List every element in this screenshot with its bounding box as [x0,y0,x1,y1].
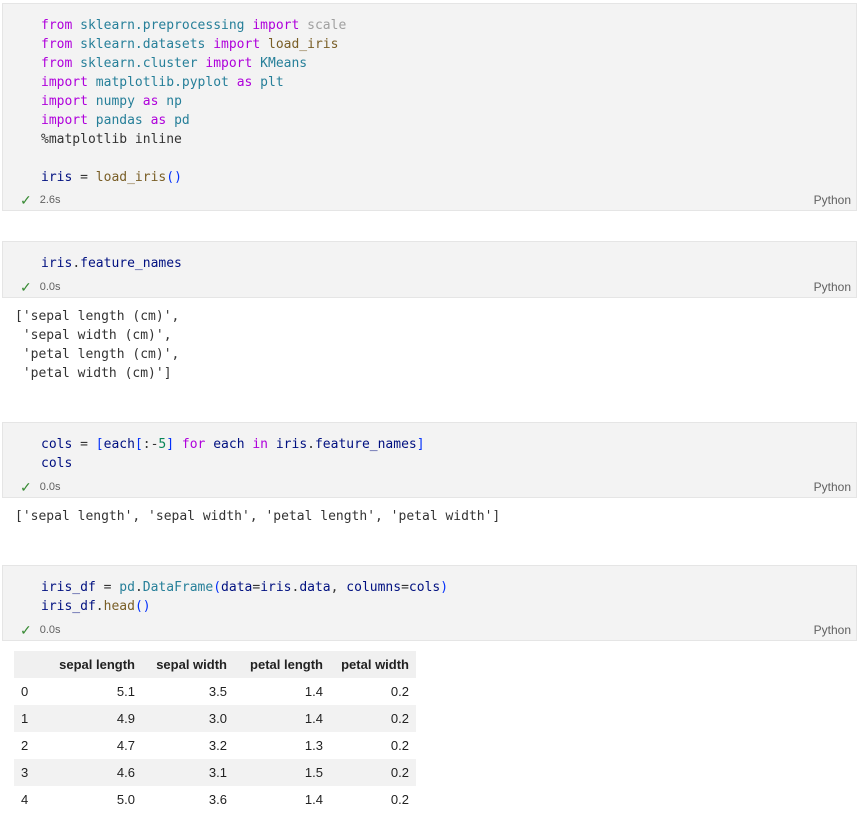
table-cell: 1.4 [234,705,330,732]
code-line: iris.feature_names [41,256,182,271]
dataframe-output: sepal length sepal width petal length pe… [14,651,416,813]
column-header-index [14,651,44,678]
output-line: 'sepal width (cm)', [15,328,172,343]
code-line: iris_df = pd.DataFrame(data=iris.data, c… [41,580,449,595]
language-label[interactable]: Python [814,193,851,207]
table-cell: 1.5 [234,759,330,786]
cell-output-3: ['sepal length', 'sepal width', 'petal l… [15,507,500,526]
code-editor-2[interactable]: iris.feature_names [41,254,182,273]
table-cell: 3.5 [208,684,227,699]
checkmark-icon: ✓ [20,479,32,495]
code-line: %matplotlib inline [41,132,182,147]
table-cell: 0.2 [330,759,416,786]
row-index: 3 [14,759,44,786]
table-header-row: sepal length sepal width petal length pe… [14,651,416,678]
cell-status: ✓ 0.0s [20,480,61,494]
code-line: iris_df.head() [41,599,151,614]
execution-time: 0.0s [39,281,61,293]
checkmark-icon: ✓ [20,192,32,208]
code-line: from sklearn.preprocessing import scale [41,18,347,33]
table-row: 0 5.1 3.5 1.4 0.2 [14,678,416,705]
code-editor-1[interactable]: from sklearn.preprocessing import scale … [41,16,346,187]
code-line: cols = [each[:-5] for each in iris.featu… [41,437,425,452]
execution-time: 2.6s [39,194,61,206]
output-line: 'petal length (cm)', [15,347,180,362]
cell-status: ✓ 0.0s [20,280,61,294]
column-header: petal length [234,651,330,678]
code-line: from sklearn.datasets import load_iris [41,37,339,52]
table-cell: 3.0 [142,705,234,732]
column-header: sepal width [142,651,234,678]
checkmark-icon: ✓ [20,279,32,295]
code-cell-2[interactable]: iris.feature_names ✓ 0.0s Python [2,241,857,298]
code-line: cols [41,456,73,471]
code-line: import pandas as pd [41,113,190,128]
table-row: 2 4.7 3.2 1.3 0.2 [14,732,416,759]
code-line: from sklearn.cluster import KMeans [41,56,308,71]
execution-time: 0.0s [39,624,61,636]
table-row: 1 4.9 3.0 1.4 0.2 [14,705,416,732]
table-cell: 0.2 [330,705,416,732]
code-line: import matplotlib.pyplot as plt [41,75,284,90]
table-cell: 4.9 [44,705,142,732]
row-index: 2 [21,738,29,753]
execution-time: 0.0s [39,481,61,493]
cell-output-2: ['sepal length (cm)', 'sepal width (cm)'… [15,307,179,383]
code-editor-4[interactable]: iris_df = pd.DataFrame(data=iris.data, c… [41,578,448,616]
code-cell-1[interactable]: from sklearn.preprocessing import scale … [2,3,857,211]
code-cell-3[interactable]: cols = [each[:-5] for each in iris.featu… [2,422,857,498]
cell-status: ✓ 2.6s [20,193,61,207]
code-line: import numpy as np [41,94,182,109]
row-index: 1 [14,705,44,732]
checkmark-icon: ✓ [20,622,32,638]
table-cell: 3.1 [142,759,234,786]
language-label[interactable]: Python [814,280,851,294]
column-header: petal width [330,651,416,678]
code-cell-4[interactable]: iris_df = pd.DataFrame(data=iris.data, c… [2,565,857,641]
table-cell: 3.2 [208,738,227,753]
output-line: 'petal width (cm)'] [15,366,172,381]
code-line: iris = load_iris() [41,170,182,185]
language-label[interactable]: Python [814,480,851,494]
table-cell: 4.7 [116,738,135,753]
table-cell: 1.3 [304,738,323,753]
column-header: sepal length [44,651,142,678]
output-line: ['sepal length (cm)', [15,309,180,324]
row-index: 0 [21,684,29,699]
cell-status: ✓ 0.0s [20,623,61,637]
output-line: ['sepal length', 'sepal width', 'petal l… [15,509,501,524]
table-cell: 4.6 [44,759,142,786]
table-cell: 1.4 [304,684,323,699]
table-cell: 0.2 [390,684,409,699]
code-editor-3[interactable]: cols = [each[:-5] for each in iris.featu… [41,435,425,473]
table-cell: 0.2 [390,738,409,753]
table-row: 3 4.6 3.1 1.5 0.2 [14,759,416,786]
table-cell: 5.1 [116,684,135,699]
language-label[interactable]: Python [814,623,851,637]
